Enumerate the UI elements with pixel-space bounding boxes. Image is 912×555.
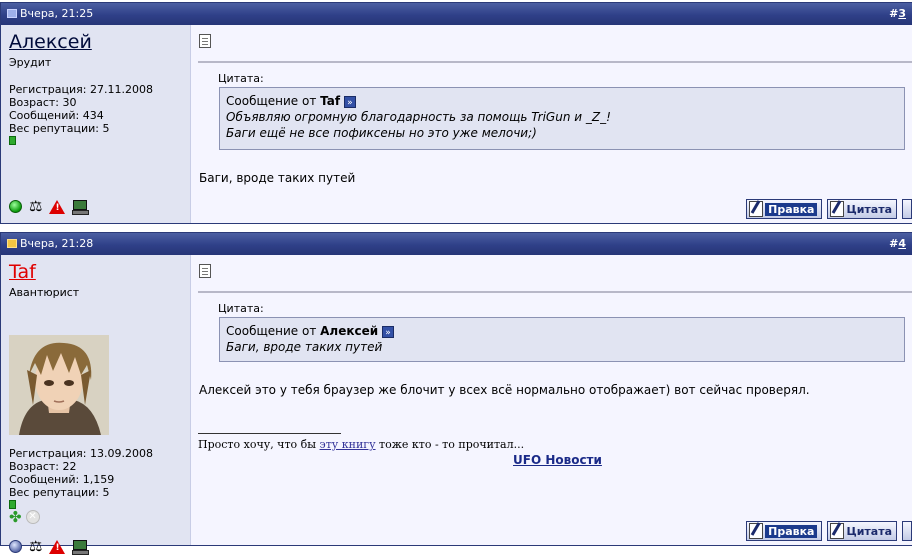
quote-label: Цитата: <box>218 302 264 315</box>
user-avatar <box>9 335 109 435</box>
post-permalink[interactable]: 3 <box>898 7 906 20</box>
user-age: Возраст: 30 <box>9 96 77 109</box>
user-title: Авантюрист <box>9 286 80 299</box>
user-info-panel: Алексей Эрудит Регистрация: 27.11.2008 В… <box>1 25 191 223</box>
quote-button[interactable]: Цитата <box>827 199 897 219</box>
user-icons: ⚖ ! <box>9 539 90 555</box>
offline-status-icon <box>9 540 22 553</box>
username-link[interactable]: Алексей <box>9 31 182 53</box>
reputation-scales-icon[interactable]: ⚖ <box>29 539 42 554</box>
multi-quote-button[interactable] <box>902 521 912 541</box>
post-header: Вчера, 21:25 #3 <box>1 3 912 25</box>
edit-button[interactable]: Правка <box>746 521 823 541</box>
user-icons: ⚖ ! <box>9 199 90 215</box>
edit-button[interactable]: Правка <box>746 199 823 219</box>
quote-button[interactable]: Цитата <box>827 521 897 541</box>
post-message: Алексей это у тебя браузер же блочит у в… <box>199 383 810 397</box>
post-new-icon <box>7 239 17 248</box>
signature: Просто хочу, что бы эту книгу тоже кто -… <box>198 438 525 451</box>
book-link[interactable]: эту книгу <box>320 438 376 451</box>
post-3: Вчера, 21:25 #3 Алексей Эрудит Регистрац… <box>0 2 912 224</box>
ufo-news-link[interactable]: UFO Новости <box>513 453 602 467</box>
user-info-panel: Taf Авантюрист Регистрация: 13.09.2008 В… <box>1 255 191 555</box>
post-date: Вчера, 21:28 <box>7 237 93 250</box>
quote-line-1: Объявляю огромную благодарность за помощ… <box>226 110 611 124</box>
quote-box: Сообщение от Taf » Объявляю огромную бла… <box>219 87 905 150</box>
post-divider <box>198 61 912 63</box>
post-message: Баги, вроде таких путей <box>199 171 356 185</box>
post-4: Вчера, 21:28 #4 Taf Авантюрист Регистрац… <box>0 232 912 555</box>
message-count: Сообщений: 434 <box>9 109 104 122</box>
reputation-scales-icon[interactable]: ⚖ <box>29 199 42 214</box>
quote-label: Цитата: <box>218 72 264 85</box>
registration-date: Регистрация: 27.11.2008 <box>9 83 153 96</box>
post-document-icon <box>199 264 211 278</box>
user-age: Возраст: 22 <box>9 460 77 473</box>
reputation-bar <box>9 136 16 145</box>
post-number: #3 <box>889 7 906 20</box>
reputation-weight: Вес репутации: 5 <box>9 486 110 499</box>
edit-pencil-icon <box>749 523 764 539</box>
message-count: Сообщений: 1,159 <box>9 473 115 486</box>
post-permalink[interactable]: 4 <box>898 237 906 250</box>
post-divider <box>198 291 912 293</box>
ip-computer-icon[interactable] <box>72 200 90 215</box>
quote-line-1: Баги, вроде таких путей <box>226 340 383 354</box>
grey-award-icon: ✕ <box>25 510 40 524</box>
view-post-arrow-icon[interactable]: » <box>343 95 356 108</box>
award-icons: ✤ ✕ <box>9 510 153 525</box>
quote-author: Taf <box>320 94 341 108</box>
user-title: Эрудит <box>9 56 52 69</box>
quote-pen-icon <box>830 523 845 539</box>
user-stats: Регистрация: 27.11.2008 Возраст: 30 Сооб… <box>9 83 153 145</box>
post-old-icon <box>7 9 17 18</box>
quote-line-2: Баги ещё не все пофиксены но это уже мел… <box>226 126 537 140</box>
post-number: #4 <box>889 237 906 250</box>
clover-award-icon: ✤ <box>9 508 22 526</box>
reputation-weight: Вес репутации: 5 <box>9 122 110 135</box>
registration-date: Регистрация: 13.09.2008 <box>9 447 153 460</box>
post-buttons: Правка Цитата <box>746 521 912 541</box>
post-body: Цитата: Сообщение от Taf » Объявляю огро… <box>192 25 912 223</box>
quote-pen-icon <box>830 201 845 217</box>
ip-computer-icon[interactable] <box>72 540 90 555</box>
post-date: Вчера, 21:25 <box>7 7 93 20</box>
signature-divider <box>198 433 341 434</box>
quote-box: Сообщение от Алексей » Баги, вроде таких… <box>219 317 905 362</box>
user-stats: Регистрация: 13.09.2008 Возраст: 22 Сооб… <box>9 447 153 525</box>
online-status-icon <box>9 200 22 213</box>
post-body: Цитата: Сообщение от Алексей » Баги, вро… <box>192 255 912 545</box>
edit-pencil-icon <box>749 201 764 217</box>
post-header: Вчера, 21:28 #4 <box>1 233 912 255</box>
username-link[interactable]: Taf <box>9 261 182 283</box>
avatar-portrait-image <box>9 335 109 435</box>
post-buttons: Правка Цитата <box>746 199 912 219</box>
report-warning-icon[interactable]: ! <box>49 539 66 554</box>
report-warning-icon[interactable]: ! <box>49 199 66 214</box>
view-post-arrow-icon[interactable]: » <box>382 325 394 338</box>
multi-quote-button[interactable] <box>902 199 912 219</box>
post-document-icon <box>199 34 211 48</box>
quote-author: Алексей <box>320 324 379 338</box>
